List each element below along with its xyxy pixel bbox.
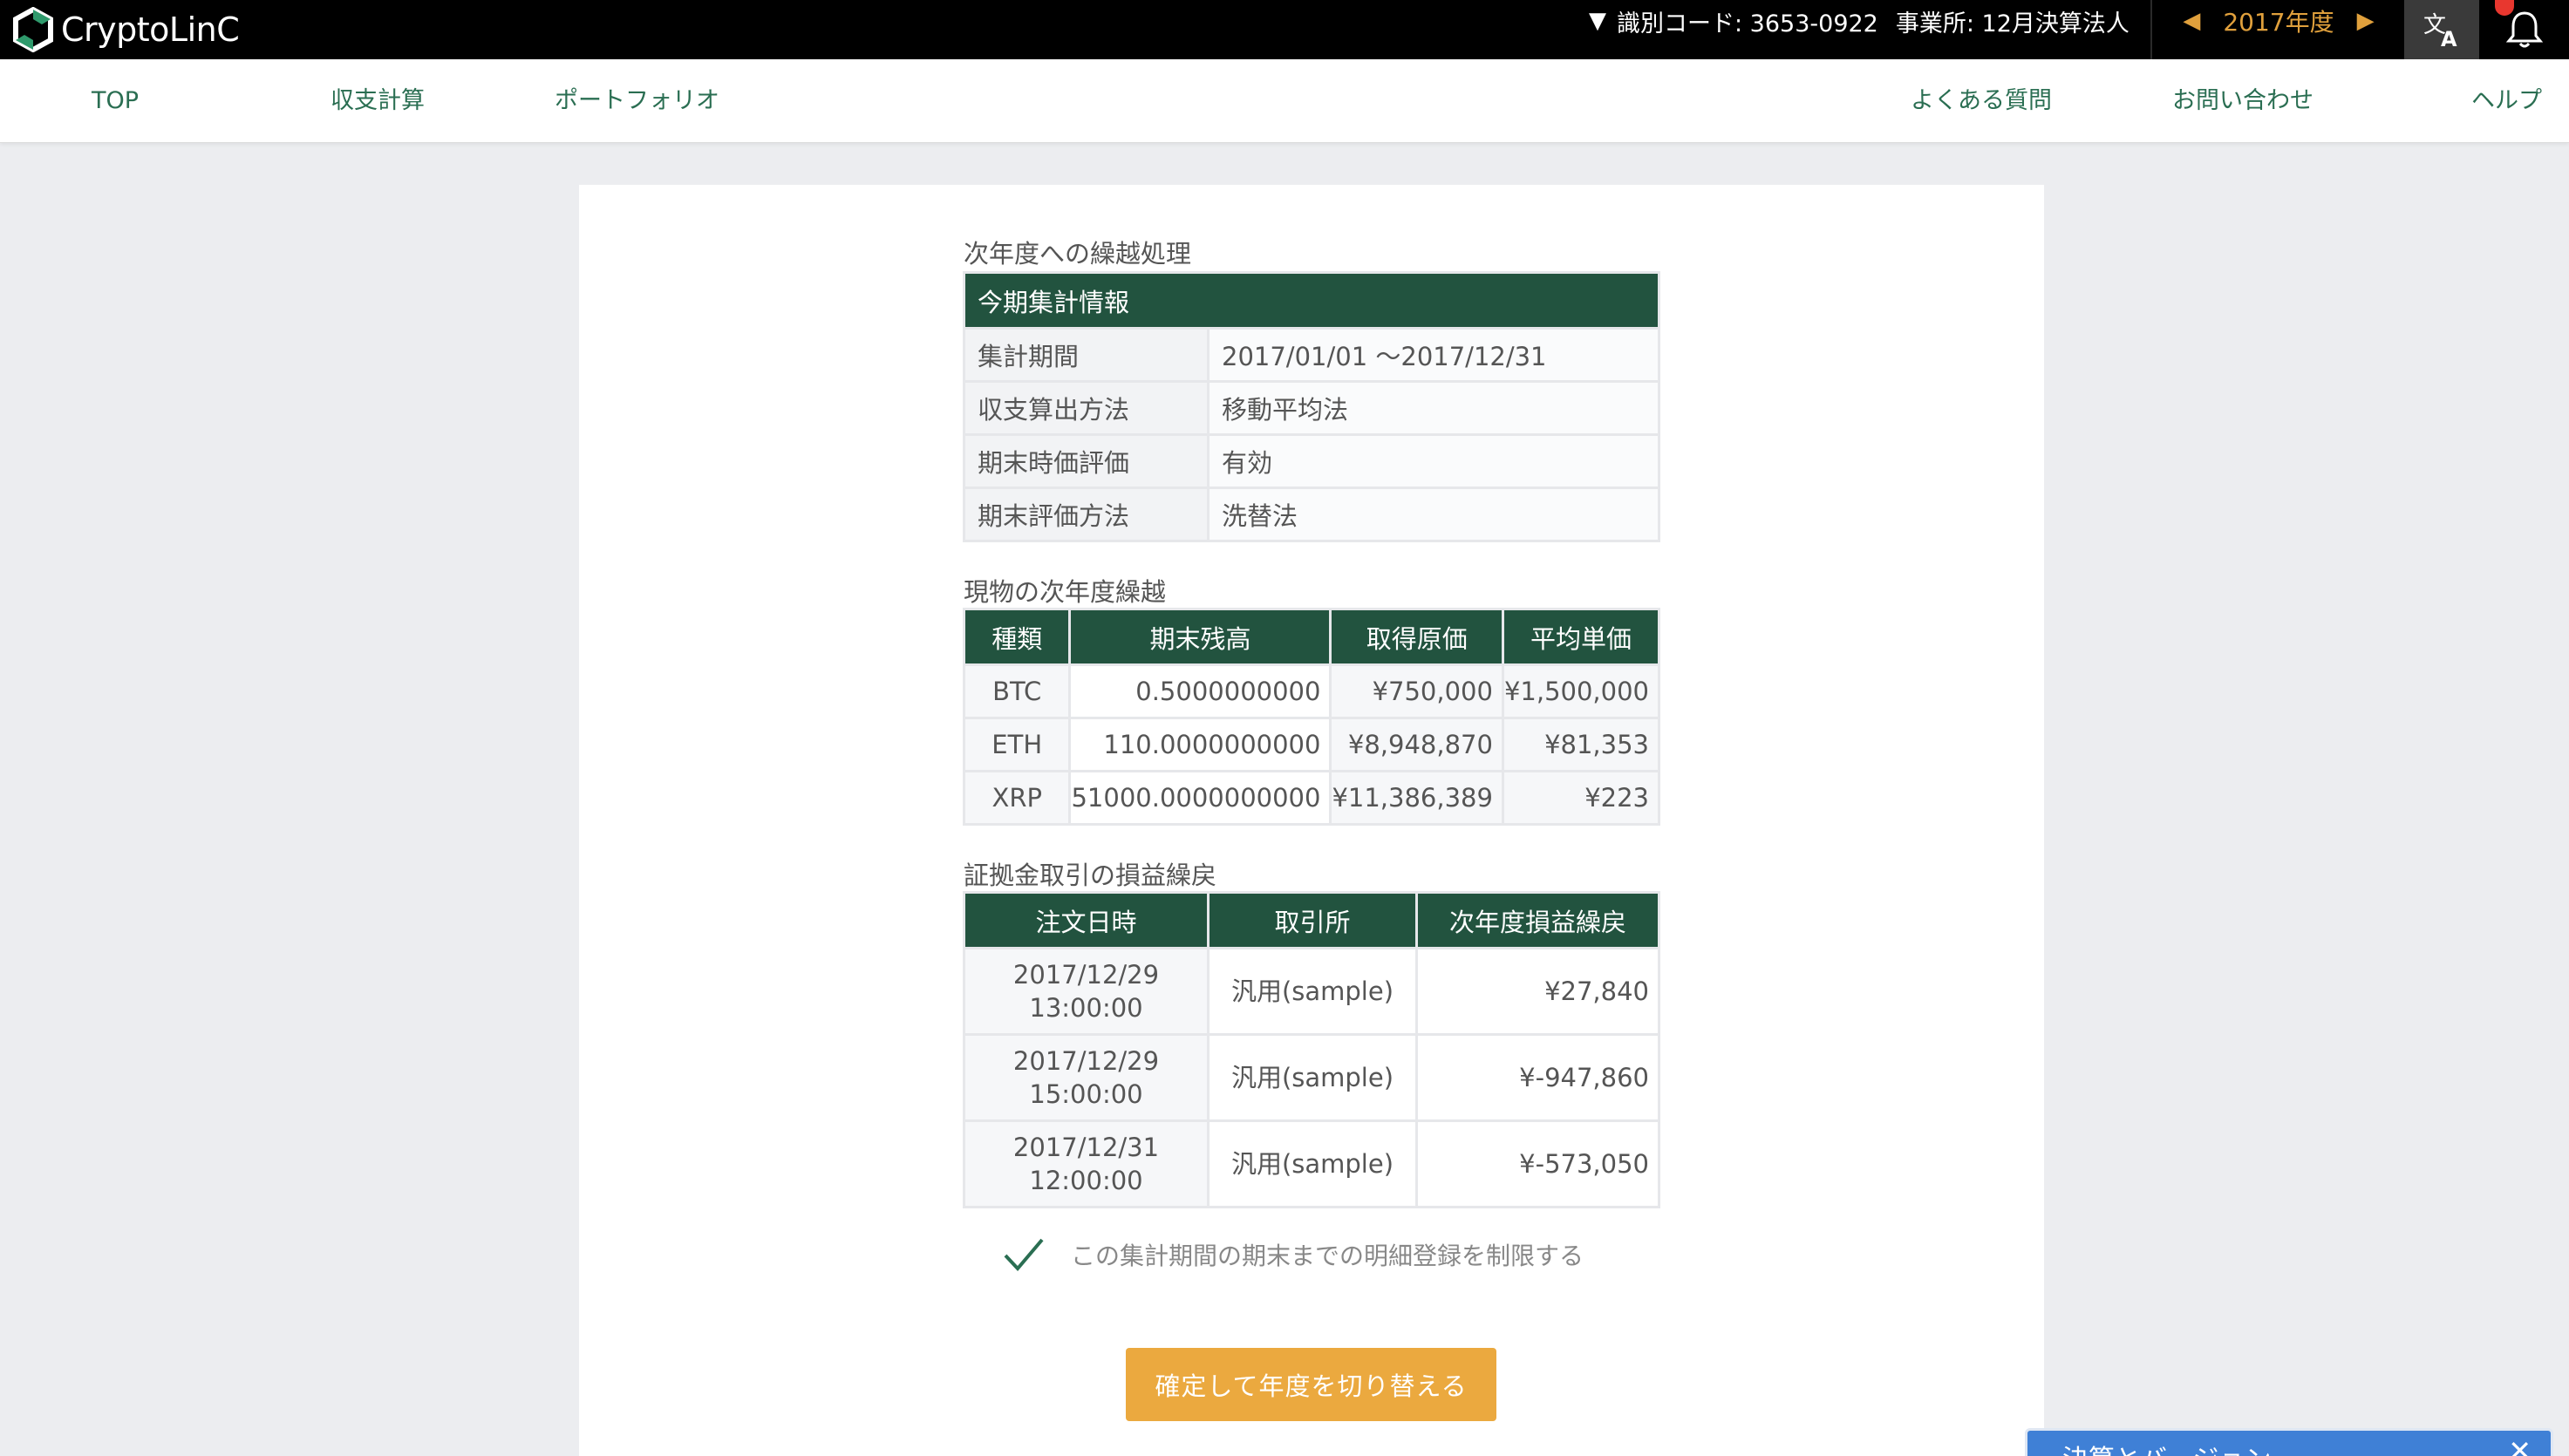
cell-type: ETH (962, 717, 1072, 772)
nav-contact[interactable]: お問い合わせ (2172, 59, 2313, 143)
column-header: 注文日時 (963, 891, 1210, 949)
cell-type: BTC (962, 663, 1072, 719)
nav-top[interactable]: TOP (92, 59, 139, 143)
column-header: 期末残高 (1068, 608, 1332, 666)
table-row: 期末評価方法 洗替法 (963, 486, 1660, 542)
logo-icon (13, 7, 53, 52)
restrict-entries-checkbox[interactable]: この集計期間の期末までの明細登録を制限する (1003, 1233, 1584, 1276)
table-row: 2017/12/31 12:00:00 汎用(sample) ¥-573,050 (963, 1119, 1660, 1208)
table-row: XRP 51000.0000000000 ¥11,386,389 ¥223 (962, 770, 1661, 826)
prev-year-icon[interactable]: ◀ (2160, 8, 2223, 34)
notification-button[interactable] (2479, 0, 2569, 59)
column-header: 種類 (962, 608, 1072, 666)
settlement-version-panel[interactable]: 決算とバージョン ✕ (2025, 1428, 2553, 1456)
cell-datetime: 2017/12/29 15:00:00 (963, 1033, 1210, 1122)
column-header: 取得原価 (1329, 608, 1504, 666)
nav-profit-calc[interactable]: 収支計算 (330, 59, 425, 143)
column-header: 次年度損益繰戻 (1415, 891, 1660, 949)
section-title-spot: 現物の次年度繰越 (964, 577, 1167, 607)
cell-datetime: 2017/12/31 12:00:00 (963, 1119, 1210, 1208)
cell-amount: ¥-947,860 (1415, 1033, 1660, 1122)
nav-portfolio[interactable]: ポートフォリオ (555, 59, 719, 143)
column-header: 平均単価 (1501, 608, 1661, 666)
year-navigator: ◀ 2017年度 ▶ (2154, 0, 2403, 42)
cell-exchange: 汎用(sample) (1207, 1033, 1418, 1122)
confirm-switch-year-button[interactable]: 確定して年度を切り替える (1126, 1348, 1496, 1421)
column-header: 取引所 (1207, 891, 1418, 949)
row-value: 洗替法 (1207, 486, 1660, 542)
row-value: 有効 (1207, 433, 1660, 489)
cell-balance: 0.5000000000 (1068, 663, 1332, 719)
table-row: ETH 110.0000000000 ¥8,948,870 ¥81,353 (962, 717, 1661, 772)
checkbox-label: この集計期間の期末までの明細登録を制限する (1071, 1242, 1584, 1270)
cell-date: 2017/12/31 (1012, 1133, 1160, 1162)
row-key: 収支算出方法 (963, 380, 1210, 436)
table-header: 今期集計情報 (963, 271, 1660, 330)
section-title-margin: 証拠金取引の損益繰戻 (964, 861, 1217, 890)
table-row: 期末時価評価 有効 (963, 433, 1660, 489)
top-bar: CryptoLinC ▼ 識別コード: 3653-0922 事業所: 12月決算… (0, 0, 2569, 59)
cell-date: 2017/12/29 (1012, 1046, 1160, 1076)
nav-faq[interactable]: よくある質問 (1911, 59, 2052, 143)
row-value: 2017/01/01 〜2017/12/31 (1207, 327, 1660, 383)
cell-cost: ¥11,386,389 (1329, 770, 1504, 826)
cell-time: 15:00:00 (1029, 1079, 1143, 1109)
table-row: 集計期間 2017/01/01 〜2017/12/31 (963, 327, 1660, 383)
spot-carryover-table: 種類 期末残高 取得原価 平均単価 BTC 0.5000000000 ¥750,… (962, 608, 1661, 826)
margin-reversal-table: 注文日時 取引所 次年度損益繰戻 2017/12/29 13:00:00 汎用(s… (963, 891, 1660, 1208)
row-key: 集計期間 (963, 327, 1210, 383)
office-label: 事業所: 12月決算法人 (1895, 10, 2129, 37)
panel-title: 決算とバージョン (2062, 1438, 2271, 1456)
language-button[interactable]: 文 A (2404, 0, 2479, 59)
account-info[interactable]: ▼ 識別コード: 3653-0922 事業所: 12月決算法人 (1589, 0, 2129, 42)
row-value: 移動平均法 (1207, 380, 1660, 436)
section-title-carryover: 次年度への繰越処理 (964, 239, 1192, 269)
current-year: 2017年度 (2223, 8, 2334, 37)
cell-avg-price: ¥223 (1501, 770, 1661, 826)
cell-balance: 110.0000000000 (1068, 717, 1332, 772)
cell-time: 13:00:00 (1029, 993, 1143, 1023)
cell-exchange: 汎用(sample) (1207, 947, 1418, 1036)
logo-text: CryptoLinC (61, 10, 240, 49)
nav-help[interactable]: ヘルプ (2471, 59, 2542, 143)
cell-type: XRP (962, 770, 1072, 826)
main-nav: TOP 収支計算 ポートフォリオ よくある質問 お問い合わせ ヘルプ (0, 59, 2569, 143)
cell-avg-price: ¥81,353 (1501, 717, 1661, 772)
cell-datetime: 2017/12/29 13:00:00 (963, 947, 1210, 1036)
cell-time: 12:00:00 (1029, 1166, 1143, 1195)
dropdown-triangle-icon: ▼ (1589, 8, 1606, 34)
table-row: 2017/12/29 15:00:00 汎用(sample) ¥-947,860 (963, 1033, 1660, 1122)
cell-date: 2017/12/29 (1012, 960, 1160, 990)
bell-icon (2505, 11, 2543, 48)
cell-cost: ¥8,948,870 (1329, 717, 1504, 772)
translate-icon: 文 A (2423, 12, 2457, 50)
period-summary-table: 今期集計情報 集計期間 2017/01/01 〜2017/12/31 収支算出方… (963, 271, 1660, 542)
row-key: 期末時価評価 (963, 433, 1210, 489)
checkmark-icon (1004, 1238, 1044, 1272)
table-row: 2017/12/29 13:00:00 汎用(sample) ¥27,840 (963, 947, 1660, 1036)
cell-cost: ¥750,000 (1329, 663, 1504, 719)
svg-text:A: A (2441, 27, 2457, 50)
cell-exchange: 汎用(sample) (1207, 1119, 1418, 1208)
next-year-icon[interactable]: ▶ (2334, 8, 2397, 34)
close-icon[interactable]: ✕ (2508, 1434, 2532, 1456)
divider (2150, 0, 2152, 59)
table-row: 収支算出方法 移動平均法 (963, 380, 1660, 436)
id-code: 識別コード: 3653-0922 (1617, 10, 1878, 37)
cell-balance: 51000.0000000000 (1068, 770, 1332, 826)
table-row: BTC 0.5000000000 ¥750,000 ¥1,500,000 (962, 663, 1661, 719)
row-key: 期末評価方法 (963, 486, 1210, 542)
cell-amount: ¥-573,050 (1415, 1119, 1660, 1208)
cell-avg-price: ¥1,500,000 (1501, 663, 1661, 719)
cell-amount: ¥27,840 (1415, 947, 1660, 1036)
logo[interactable]: CryptoLinC (10, 3, 240, 56)
